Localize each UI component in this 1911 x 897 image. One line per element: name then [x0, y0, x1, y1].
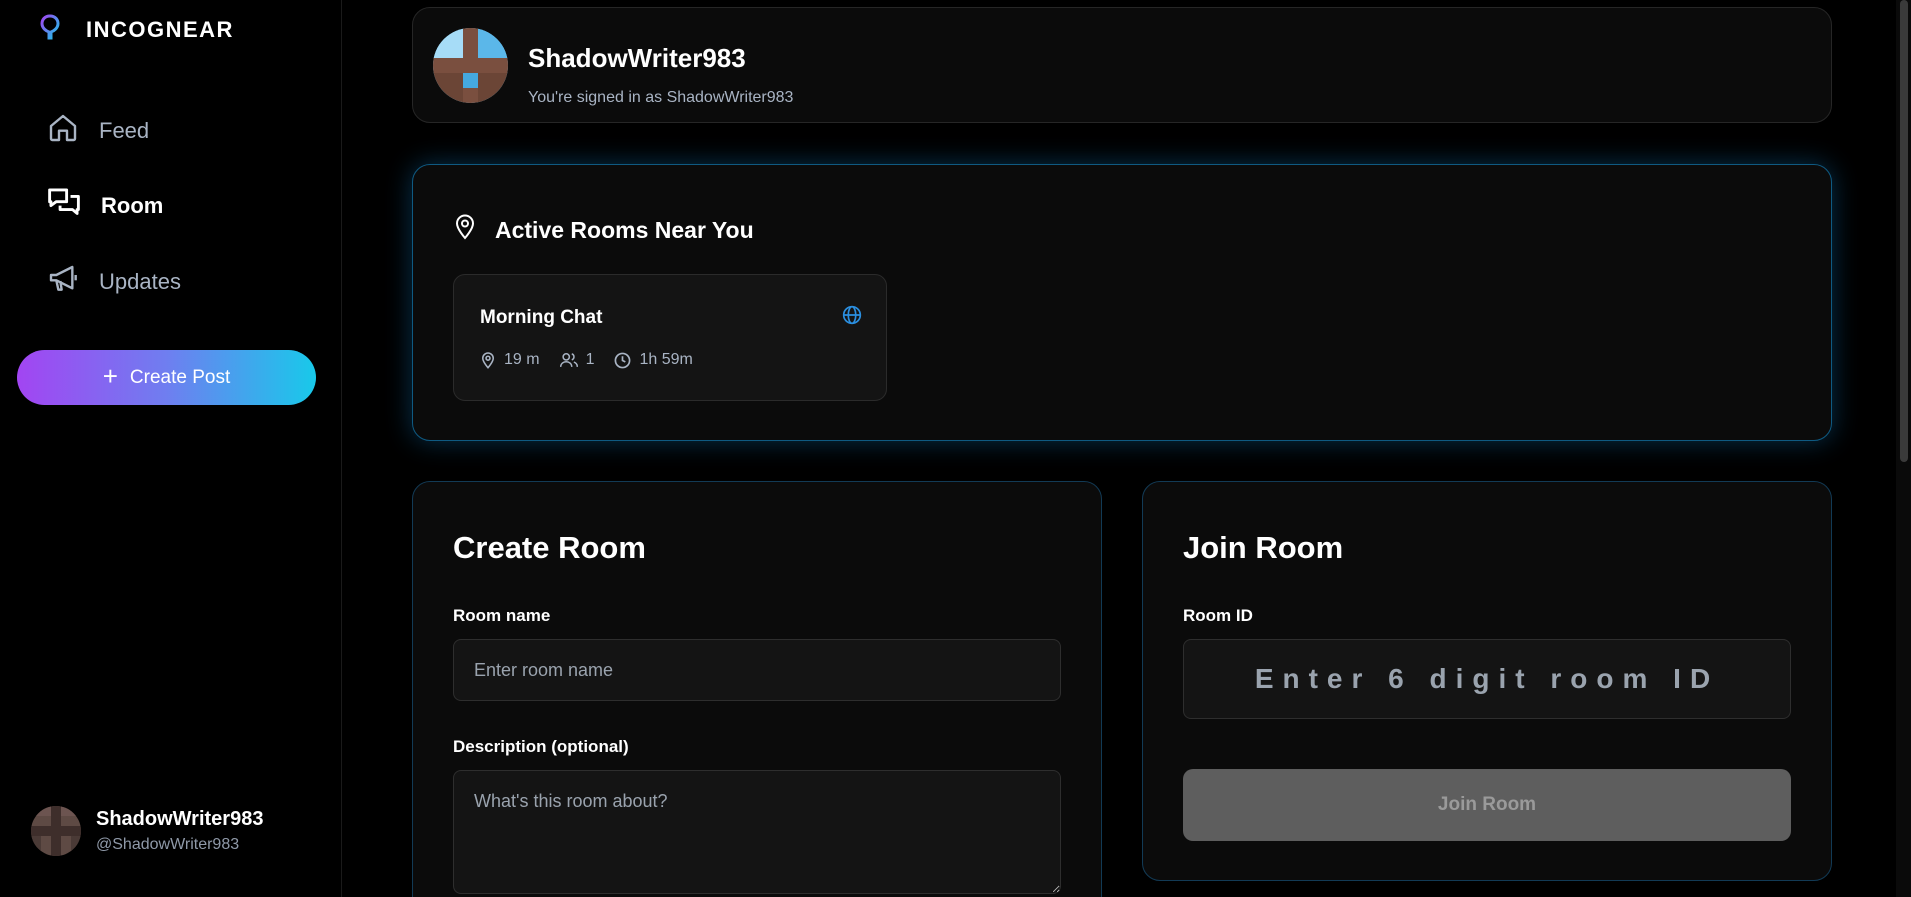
profile-name: ShadowWriter983 [528, 43, 746, 73]
sidebar-item-room[interactable]: Room [47, 187, 163, 224]
avatar [433, 28, 508, 103]
clock-icon [615, 352, 631, 368]
map-pin-icon [453, 214, 477, 246]
room-members-count: 1 [585, 351, 595, 368]
room-distance-value: 19 m [504, 351, 540, 368]
brand-name: INCOGNEAR [86, 16, 234, 42]
room-name: Morning Chat [480, 307, 603, 328]
room-time-left: 1h 59m [614, 351, 693, 369]
active-rooms-heading: Active Rooms Near You [453, 214, 754, 246]
room-meta: 19 m 1 1h 59m [480, 351, 693, 369]
room-id-label: Room ID [1183, 606, 1253, 625]
room-time-value: 1h 59m [639, 351, 693, 368]
create-post-label: Create Post [129, 366, 231, 388]
home-icon [47, 112, 79, 149]
sidebar-item-label: Room [101, 192, 164, 218]
profile-subtitle: You're signed in as ShadowWriter983 [528, 89, 794, 106]
room-card[interactable]: Morning Chat 19 m 1 1h 59m [453, 274, 887, 401]
room-id-input[interactable] [1183, 639, 1791, 719]
active-rooms-title: Active Rooms Near You [495, 216, 754, 243]
room-distance: 19 m [480, 351, 540, 369]
globe-icon [842, 305, 862, 330]
chat-bubbles-icon [47, 187, 81, 224]
description-textarea[interactable] [453, 770, 1061, 894]
user-handle: @ShadowWriter983 [96, 836, 240, 853]
avatar [31, 806, 81, 856]
sidebar-item-label: Feed [99, 117, 150, 143]
room-members: 1 [559, 351, 595, 369]
users-icon [559, 353, 578, 367]
active-rooms-card: Active Rooms Near You Morning Chat 19 m [412, 164, 1832, 441]
megaphone-icon [47, 263, 79, 300]
plus-icon: + [102, 361, 118, 391]
profile-card: ShadowWriter983 You're signed in as Shad… [412, 7, 1832, 123]
sidebar-item-feed[interactable]: Feed [47, 112, 149, 149]
logo-icon [40, 14, 60, 45]
sidebar-item-updates[interactable]: Updates [47, 263, 181, 300]
scrollbar[interactable] [1896, 0, 1911, 897]
join-room-button[interactable]: Join Room [1183, 769, 1791, 841]
room-name-input[interactable] [453, 639, 1061, 701]
user-name: ShadowWriter983 [96, 808, 264, 830]
brand[interactable]: INCOGNEAR [40, 14, 234, 45]
create-room-title: Create Room [453, 530, 646, 565]
sidebar-item-label: Updates [99, 268, 181, 294]
map-pin-icon [481, 351, 495, 369]
description-label: Description (optional) [453, 737, 629, 756]
user-profile-footer[interactable]: ShadowWriter983 @ShadowWriter983 [31, 806, 263, 856]
room-name-label: Room name [453, 606, 551, 625]
sidebar: INCOGNEAR Feed Room Updates + Create Pos… [0, 0, 342, 897]
join-room-title: Join Room [1183, 530, 1344, 565]
create-room-card: Create Room Room name Description (optio… [412, 481, 1102, 897]
scrollbar-thumb[interactable] [1900, 0, 1908, 462]
create-post-button[interactable]: + Create Post [17, 350, 316, 405]
join-room-card: Join Room Room ID Join Room [1142, 481, 1832, 881]
